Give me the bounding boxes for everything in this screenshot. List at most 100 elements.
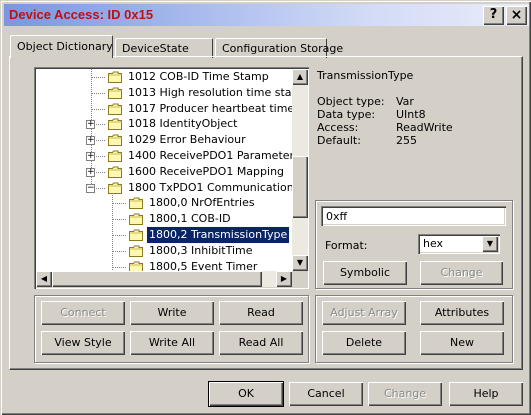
tab-configuration-storage[interactable]: Configuration Storage: [215, 38, 343, 58]
scroll-right-icon[interactable]: ▶: [276, 271, 292, 287]
tab-label: Object Dictionary: [17, 40, 113, 53]
write-label: Write: [157, 306, 187, 319]
expand-icon[interactable]: +: [86, 136, 95, 146]
tree-item-label: 1017 Producer heartbeat time: [128, 101, 292, 115]
tab-label: DeviceState: [122, 42, 189, 55]
adjust-array-button[interactable]: Adjust Array: [322, 301, 406, 325]
expand-icon[interactable]: +: [86, 120, 95, 130]
access-value: ReadWrite: [396, 121, 453, 134]
close-title-button[interactable]: ×: [506, 6, 527, 25]
horizontal-scrollbar[interactable]: ◀ ▶: [36, 271, 292, 287]
vertical-scrollbar[interactable]: ▲ ▼: [292, 69, 308, 271]
connect-button[interactable]: Connect: [41, 301, 125, 325]
tab-object-dictionary[interactable]: Object Dictionary: [10, 35, 113, 58]
chevron-down-icon[interactable]: ▼: [482, 236, 498, 252]
view-style-button[interactable]: View Style: [41, 331, 125, 355]
folder-icon: [129, 261, 143, 271]
scrollbar-corner: [292, 271, 308, 287]
data-type-label: Data type:: [317, 108, 376, 121]
title-bar[interactable]: Device Access: ID 0x15 ? ×: [4, 4, 529, 26]
scroll-thumb-horizontal[interactable]: [52, 271, 262, 287]
help-title-button[interactable]: ?: [483, 6, 504, 25]
change-value-button[interactable]: Change: [420, 261, 503, 285]
tree-connector-tick: [91, 108, 105, 110]
access-label: Access:: [317, 121, 359, 134]
format-select[interactable]: hex ▼: [418, 234, 500, 254]
symbolic-button[interactable]: Symbolic: [323, 261, 407, 285]
value-input[interactable]: 0xff: [321, 206, 506, 226]
format-label: Format:: [325, 239, 368, 252]
tree-item-label: 1029 Error Behaviour: [128, 133, 246, 147]
tree-item-label: 1800,2 TransmissionType: [145, 226, 291, 244]
tree-connector-line: [112, 195, 113, 271]
view-style-label: View Style: [54, 336, 112, 349]
folder-icon: [129, 213, 143, 226]
window-title: Device Access: ID 0x15: [9, 7, 154, 22]
tree-item-label: 1800,5 Event Timer: [149, 259, 258, 271]
tree-items: 1012 COB-ID Time Stamp 1013 High resoluti…: [36, 69, 292, 271]
object-name: TransmissionType: [317, 69, 414, 82]
default-label: Default:: [317, 134, 361, 147]
default-value: 255: [396, 134, 417, 147]
write-all-label: Write All: [148, 336, 196, 349]
tree-item-label: 1600 ReceivePDO1 Mapping: [128, 164, 285, 178]
scroll-left-icon[interactable]: ◀: [36, 271, 52, 287]
format-value: hex: [423, 237, 444, 250]
read-all-label: Read All: [238, 336, 284, 349]
folder-icon: [108, 87, 122, 99]
scroll-down-icon[interactable]: ▼: [292, 255, 308, 271]
delete-label: Delete: [345, 336, 383, 349]
cancel-button[interactable]: Cancel: [289, 382, 363, 406]
help-button[interactable]: Help: [449, 382, 523, 406]
tree-connector-tick: [91, 77, 105, 78]
data-type-value: UInt8: [396, 108, 426, 121]
delete-button[interactable]: Delete: [322, 331, 406, 355]
folder-icon: [129, 245, 143, 257]
new-button[interactable]: New: [420, 331, 504, 355]
folder-icon: [108, 118, 122, 131]
read-button[interactable]: Read: [219, 301, 303, 325]
folder-icon: [108, 166, 122, 178]
expand-icon[interactable]: +: [86, 167, 95, 177]
read-all-button[interactable]: Read All: [219, 331, 303, 355]
device-access-dialog: Device Access: ID 0x15 ? × Object Dictio…: [0, 0, 531, 415]
question-icon: ?: [489, 7, 498, 22]
object-tree[interactable]: 1012 COB-ID Time Stamp 1013 High resoluti…: [34, 67, 309, 289]
change-button[interactable]: Change: [368, 382, 442, 406]
read-label: Read: [247, 306, 275, 319]
ok-label: OK: [238, 387, 254, 400]
ok-button[interactable]: OK: [209, 382, 283, 406]
attributes-button[interactable]: Attributes: [420, 301, 504, 325]
folder-icon: [129, 229, 143, 241]
tree-item-label: 1400 ReceivePDO1 Parameter: [128, 149, 292, 162]
collapse-icon[interactable]: −: [86, 183, 95, 193]
change-value-label: Change: [440, 266, 483, 279]
tree-connector-tick: [112, 266, 126, 268]
tree-item-label: 1800,0 NrOfEntries: [149, 196, 255, 210]
tree-item-label: 1012 COB-ID Time Stamp: [128, 70, 269, 83]
scroll-up-icon[interactable]: ▲: [292, 69, 308, 85]
object-type-value: Var: [396, 95, 414, 108]
tab-device-state[interactable]: DeviceState: [115, 38, 213, 58]
write-button[interactable]: Write: [130, 301, 214, 325]
tree-item-label: 1800 TxPDO1 Communication Para: [128, 180, 292, 194]
folder-icon: [108, 71, 122, 83]
folder-icon: [108, 182, 122, 194]
tree-connector-tick: [112, 203, 126, 205]
tree-connector-tick: [112, 235, 126, 236]
tree-item-label: 1013 High resolution time stamp: [128, 85, 292, 99]
help-label: Help: [473, 387, 499, 400]
cancel-label: Cancel: [307, 387, 345, 400]
folder-icon: [108, 103, 122, 115]
tree-item-label: 1800,3 InhibitTime: [149, 243, 253, 257]
folder-icon: [108, 150, 122, 162]
tree-item-label: 1800,1 COB-ID: [149, 212, 231, 226]
connect-label: Connect: [60, 306, 106, 319]
attributes-label: Attributes: [434, 306, 490, 319]
write-all-button[interactable]: Write All: [130, 331, 214, 355]
folder-icon: [129, 197, 143, 210]
tab-label: Configuration Storage: [222, 42, 344, 55]
tree-connector-tick: [112, 250, 126, 252]
expand-icon[interactable]: +: [86, 152, 95, 161]
scroll-thumb[interactable]: [292, 156, 308, 218]
